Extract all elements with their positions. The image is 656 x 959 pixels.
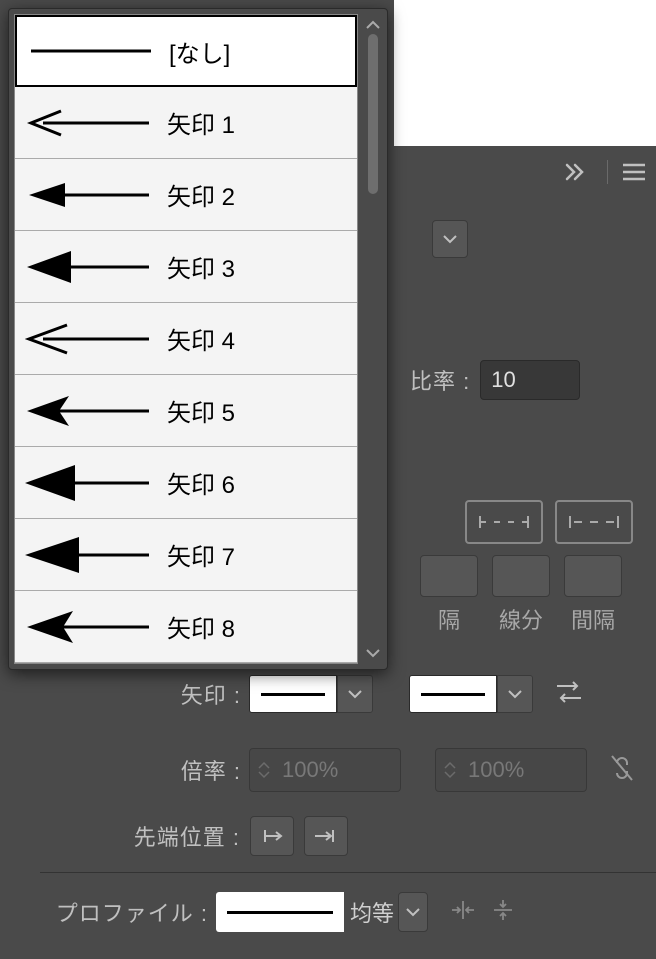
flip-along-icon[interactable] <box>450 898 476 927</box>
dash-input-2[interactable] <box>492 555 550 597</box>
arrowhead-option-label: 矢印 7 <box>167 537 235 572</box>
profile-label: プロファイル : <box>40 896 208 928</box>
divider <box>40 872 656 873</box>
arrowhead-option-label: 矢印 2 <box>167 177 235 212</box>
scale-end-value: 100% <box>464 757 524 783</box>
arrowhead-option[interactable]: 矢印 5 <box>15 375 357 447</box>
tip-flush-button[interactable] <box>304 816 348 856</box>
flyout-scrollbar[interactable] <box>363 14 383 664</box>
arrowhead-option-label: 矢印 8 <box>167 609 235 644</box>
menu-icon[interactable] <box>622 163 646 181</box>
dash-align-off[interactable] <box>465 500 543 544</box>
arrowhead-option[interactable]: 矢印 7 <box>15 519 357 591</box>
ratio-input[interactable] <box>480 360 580 400</box>
arrowhead-option[interactable]: [なし] <box>15 15 357 87</box>
chevron-down-icon[interactable] <box>337 675 373 713</box>
arrowhead-end-select[interactable] <box>409 675 533 713</box>
arrowhead-preview-icon <box>25 465 153 501</box>
gap-label-1: 隔 <box>438 603 460 635</box>
tip-position-row: 先端位置 : <box>100 816 348 856</box>
swap-arrowheads-icon[interactable] <box>555 679 583 710</box>
gap-label-2: 間隔 <box>571 603 615 635</box>
arrowhead-option[interactable]: 矢印 3 <box>15 231 357 303</box>
link-scale-icon[interactable] <box>609 753 635 788</box>
scrollbar-thumb[interactable] <box>368 34 378 194</box>
dash-align-on[interactable] <box>555 500 633 544</box>
panel-header <box>565 160 646 184</box>
arrowheads-row: 矢印 : <box>155 675 583 713</box>
ratio-label: 比率 : <box>410 364 470 396</box>
arrowhead-option-label: 矢印 4 <box>167 321 235 356</box>
arrowhead-option-label: 矢印 6 <box>167 465 235 500</box>
arrowhead-option[interactable]: 矢印 8 <box>15 591 357 663</box>
arrowhead-option[interactable]: 矢印 1 <box>15 87 357 159</box>
flip-across-icon[interactable] <box>490 898 516 927</box>
arrowhead-option-label: 矢印 5 <box>167 393 235 428</box>
dash-align-row <box>465 500 633 544</box>
canvas-area <box>394 0 656 146</box>
arrowhead-preview-icon <box>25 249 153 285</box>
dash-label-2: 線分 <box>499 603 543 635</box>
arrowheads-label: 矢印 : <box>155 678 241 710</box>
arrowhead-option[interactable]: 矢印 6 <box>15 447 357 519</box>
arrowhead-preview-icon <box>25 537 153 573</box>
scale-end-input[interactable]: 100% <box>435 748 587 792</box>
tip-position-label: 先端位置 : <box>100 820 240 852</box>
arrowhead-option[interactable]: 矢印 2 <box>15 159 357 231</box>
ratio-row: 比率 : <box>410 360 580 400</box>
chevron-down-icon[interactable] <box>497 675 533 713</box>
arrowhead-option-label: [なし] <box>169 34 230 69</box>
arrowhead-option-label: 矢印 1 <box>167 105 235 140</box>
arrowhead-preview-icon <box>27 33 155 69</box>
profile-row: プロファイル : 均等 <box>40 892 516 932</box>
arrowhead-preview-icon <box>25 609 153 645</box>
arrowhead-list: [なし] 矢印 1 矢印 2 矢印 3 矢印 4 矢印 5 矢印 6 矢印 7 矢印 8 <box>14 14 358 664</box>
chevron-down-icon[interactable] <box>398 892 428 932</box>
dash-segments-row: 隔 線分 間隔 <box>420 555 622 635</box>
separator <box>607 160 608 184</box>
gap-input-2[interactable] <box>564 555 622 597</box>
scale-label: 倍率 : <box>155 754 241 786</box>
dropdown-chevron[interactable] <box>432 220 468 258</box>
arrowhead-option[interactable]: 矢印 4 <box>15 303 357 375</box>
arrowhead-start-select[interactable] <box>249 675 373 713</box>
tip-extend-button[interactable] <box>250 816 294 856</box>
scale-start-value: 100% <box>278 757 338 783</box>
gap-input-1[interactable] <box>420 555 478 597</box>
arrowhead-scale-row: 倍率 : 100% 100% <box>155 748 635 792</box>
arrowhead-preview-icon <box>25 393 153 429</box>
scale-start-input[interactable]: 100% <box>249 748 401 792</box>
arrowhead-dropdown-flyout: [なし] 矢印 1 矢印 2 矢印 3 矢印 4 矢印 5 矢印 6 矢印 7 矢印 8 <box>8 8 388 670</box>
collapse-icon[interactable] <box>565 163 593 181</box>
profile-select[interactable]: 均等 <box>216 892 428 932</box>
arrowhead-preview-icon <box>25 177 153 213</box>
profile-value: 均等 <box>350 896 394 928</box>
arrowhead-preview-icon <box>25 105 153 141</box>
arrowhead-preview-icon <box>25 321 153 357</box>
arrowhead-option-label: 矢印 3 <box>167 249 235 284</box>
